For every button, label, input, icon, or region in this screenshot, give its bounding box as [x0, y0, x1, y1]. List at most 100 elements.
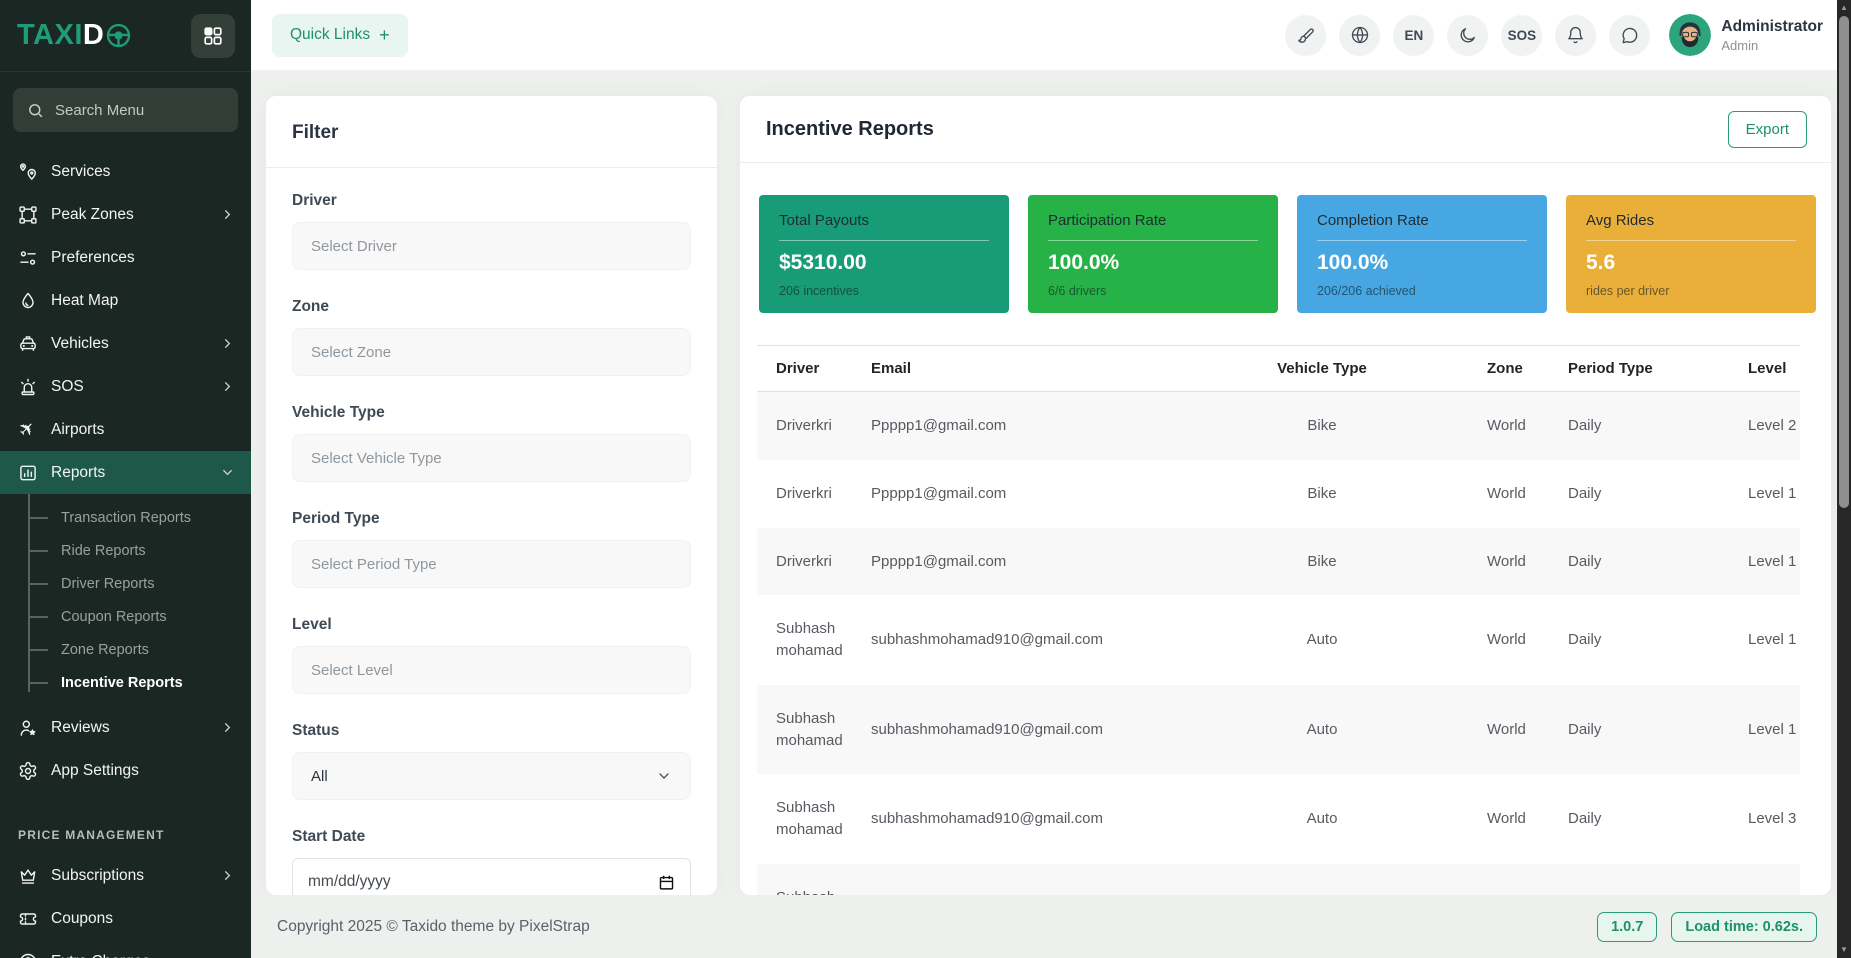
submenu-item[interactable]: Ride Reports [0, 534, 251, 567]
calendar-icon[interactable] [658, 874, 675, 891]
messages-button[interactable] [1609, 15, 1650, 56]
sidebar-item-vehicles[interactable]: Vehicles [0, 322, 251, 365]
cell-zone: World [1457, 460, 1542, 528]
sidebar-item-airports[interactable]: ✈ Airports [0, 408, 251, 451]
status-label: Status [292, 722, 691, 740]
report-chart-icon [18, 463, 38, 483]
filter-select[interactable]: Select Level [292, 646, 691, 694]
column-header-level[interactable]: Level [1748, 346, 1800, 392]
status-value: All [311, 768, 328, 785]
start-date-input[interactable]: mm/dd/yyyy [292, 858, 691, 895]
cell-zone: World [1457, 685, 1542, 775]
sidebar-item-heat-map[interactable]: Heat Map [0, 279, 251, 322]
sos-button[interactable]: SOS [1501, 15, 1542, 56]
customizer-button[interactable] [1285, 15, 1326, 56]
map-pins-icon [18, 162, 38, 182]
scrollbar-thumb[interactable] [1839, 16, 1849, 508]
sidebar-item-label: App Settings [51, 762, 235, 780]
stat-card: Completion Rate 100.0% 206/206 achieved [1297, 195, 1547, 313]
cell-vehicle-type: Auto [1187, 595, 1457, 685]
stat-divider [779, 240, 989, 241]
export-button[interactable]: Export [1728, 111, 1807, 148]
divider [266, 167, 717, 168]
plus-icon: + [379, 25, 390, 46]
cell-driver: Driverkri [757, 392, 857, 460]
column-header-email[interactable]: Email [857, 346, 1187, 392]
sidebar-search-input[interactable]: Search Menu [13, 88, 238, 132]
dark-mode-button[interactable] [1447, 15, 1488, 56]
filter-field-label: Level [292, 616, 691, 634]
sidebar-item-label: SOS [51, 378, 207, 396]
cell-email: subhashmohamad910@gmail.com [857, 685, 1187, 775]
sidebar-item-label: Subscriptions [51, 867, 207, 885]
stat-value: $5310.00 [779, 251, 989, 275]
sidebar-item-reviews[interactable]: Reviews [0, 706, 251, 749]
brush-icon [1296, 26, 1315, 45]
sidebar-nav: Services Peak Zones Preferences Heat Map… [0, 140, 251, 958]
user-menu[interactable]: Administrator Admin [1669, 14, 1823, 56]
submenu-item[interactable]: Zone Reports [0, 633, 251, 666]
column-header-driver[interactable]: Driver [757, 346, 857, 392]
submenu-item-label: Ride Reports [61, 543, 146, 559]
cell-driver: Driverkri [757, 528, 857, 596]
sidebar-item-coupons[interactable]: Coupons [0, 897, 251, 940]
cell-driver: Subhash mohamad [757, 864, 857, 895]
sidebar-item-sos[interactable]: SOS [0, 365, 251, 408]
stat-title: Avg Rides [1586, 212, 1796, 229]
page-scrollbar[interactable]: ▲ ▼ [1837, 0, 1851, 958]
submenu-item[interactable]: Transaction Reports [0, 501, 251, 534]
sidebar-item-peak-zones[interactable]: Peak Zones [0, 193, 251, 236]
filter-select[interactable]: Select Period Type [292, 540, 691, 588]
chevron-down-icon [220, 465, 235, 480]
status-select[interactable]: All [292, 752, 691, 800]
submenu-item[interactable]: Coupon Reports [0, 600, 251, 633]
cell-level: Level 1 [1748, 685, 1800, 775]
column-header-period-type[interactable]: Period Type [1542, 346, 1748, 392]
status-field-group: Status All [292, 722, 691, 800]
cell-vehicle-type: Auto [1187, 774, 1457, 864]
sidebar-item-reports[interactable]: Reports [0, 451, 251, 494]
chevron-right-icon [220, 336, 235, 351]
quick-links-button[interactable]: Quick Links + [272, 14, 408, 57]
cell-driver: Subhash mohamad [757, 595, 857, 685]
user-role: Admin [1721, 38, 1823, 53]
notifications-button[interactable] [1555, 15, 1596, 56]
scroll-up-arrow[interactable]: ▲ [1837, 0, 1851, 14]
submenu-item[interactable]: Driver Reports [0, 567, 251, 600]
user-name: Administrator [1721, 18, 1823, 36]
cell-email: Ppppp1@gmail.com [857, 392, 1187, 460]
language-globe-button[interactable] [1339, 15, 1380, 56]
sidebar-toggle-button[interactable] [191, 14, 235, 58]
incentive-reports-panel: Incentive Reports Export Total Payouts $… [740, 96, 1831, 895]
stat-value: 100.0% [1317, 251, 1527, 275]
tree-tick [28, 616, 48, 618]
stat-title: Completion Rate [1317, 212, 1527, 229]
tree-tick [28, 682, 48, 684]
bounding-box-icon [18, 205, 38, 225]
reports-table-wrap: Driver Email Vehicle Type Zone Period Ty… [757, 345, 1809, 895]
sidebar-item-label: Extra Charges [51, 953, 235, 958]
column-header-vehicle-type[interactable]: Vehicle Type [1187, 346, 1457, 392]
dollar-circle-icon [18, 952, 38, 958]
sidebar-item-subscriptions[interactable]: Subscriptions [0, 854, 251, 897]
filter-select[interactable]: Select Driver [292, 222, 691, 270]
chat-bubble-icon [1620, 26, 1639, 45]
copyright-text: Copyright 2025 © Taxido theme by PixelSt… [277, 918, 590, 936]
sidebar-item-extra-charges[interactable]: Extra Charges [0, 940, 251, 958]
sidebar-item-preferences[interactable]: Preferences [0, 236, 251, 279]
cell-period-type: Daily [1542, 392, 1748, 460]
sidebar-item-services[interactable]: Services [0, 150, 251, 193]
stat-title: Participation Rate [1048, 212, 1258, 229]
column-header-zone[interactable]: Zone [1457, 346, 1542, 392]
filter-title: Filter [292, 122, 691, 144]
sidebar-item-label: Reviews [51, 719, 207, 737]
filter-select[interactable]: Select Vehicle Type [292, 434, 691, 482]
search-icon [27, 102, 44, 119]
brand-logo[interactable]: TAXID [17, 19, 132, 52]
submenu-item[interactable]: Incentive Reports [0, 666, 251, 699]
siren-icon [18, 377, 38, 397]
language-selector[interactable]: EN [1393, 15, 1434, 56]
filter-select[interactable]: Select Zone [292, 328, 691, 376]
scroll-down-arrow[interactable]: ▼ [1837, 942, 1851, 956]
sidebar-item-app-settings[interactable]: App Settings [0, 749, 251, 792]
